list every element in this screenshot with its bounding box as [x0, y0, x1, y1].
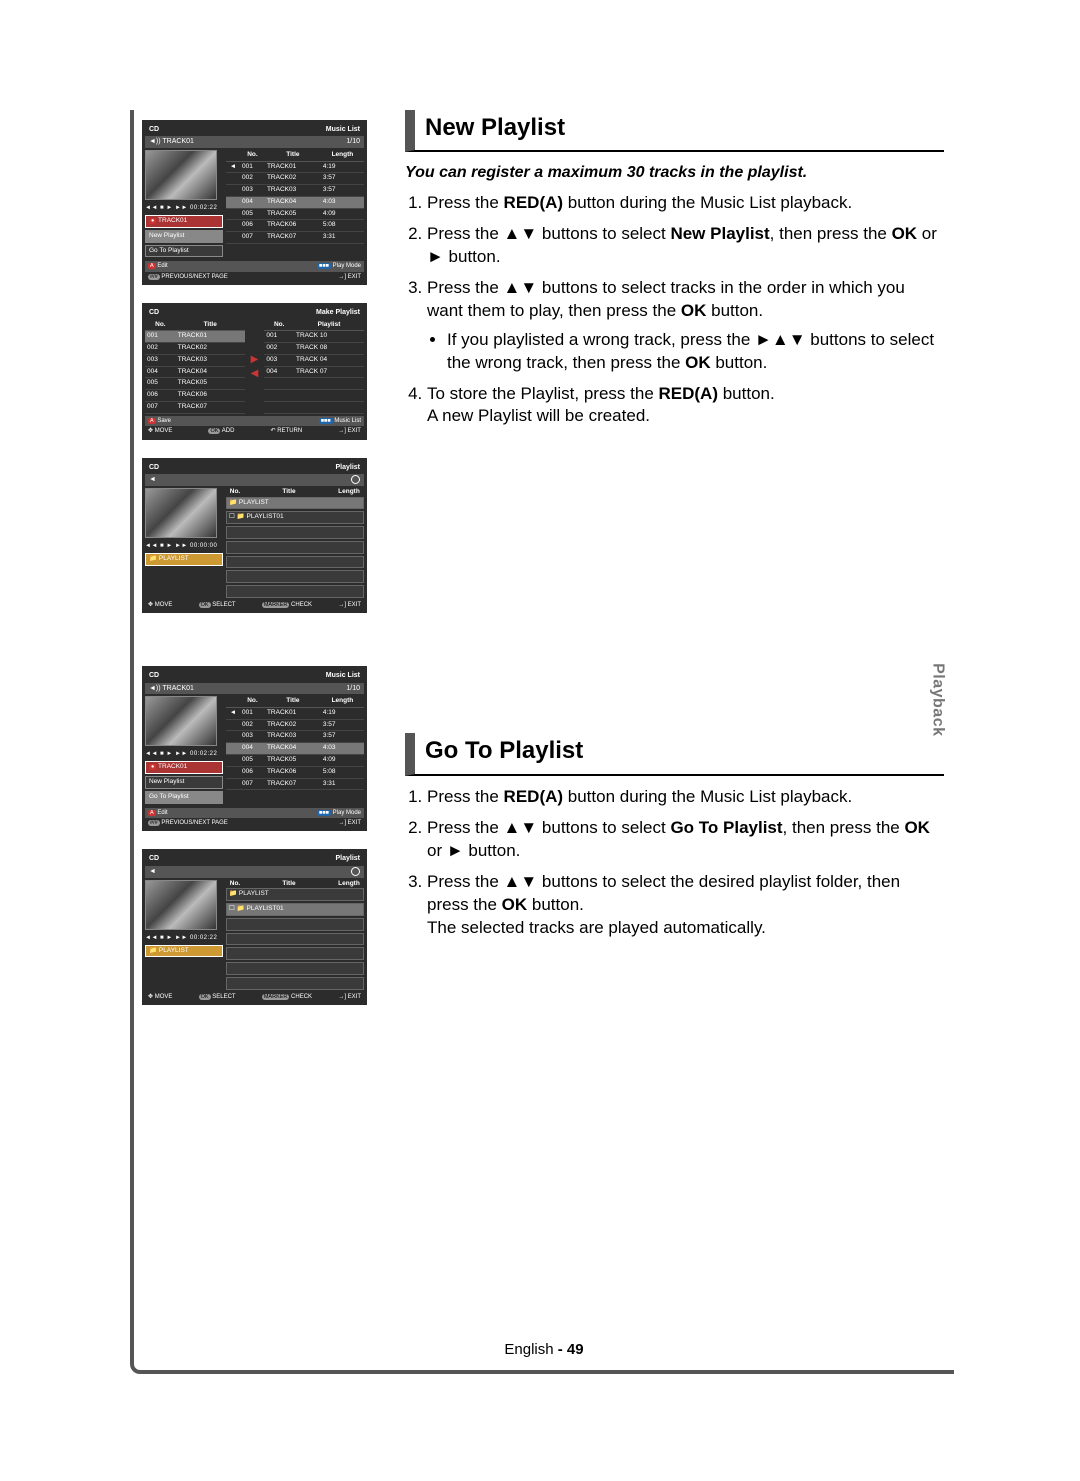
- table-header: No.TitleLength: [226, 150, 364, 161]
- transport-controls[interactable]: ◄◄ ■ ► ►► 00:02:22: [145, 749, 223, 761]
- blue-pill-icon: ■■■: [317, 263, 331, 269]
- track-table: No.TitleLength ◄001TRACK014:19 002TRACK0…: [226, 150, 364, 244]
- table-row[interactable]: 003TRACK 04: [264, 354, 364, 366]
- side-tab-label: Playback: [927, 663, 949, 736]
- footer-language: English: [504, 1341, 553, 1358]
- list-item[interactable]: ☐ 📁 PLAYLIST01: [226, 511, 364, 524]
- screenshot-column: CD Music List ◄)) TRACK01 1/10 ◄◄ ■ ► ►►…: [134, 110, 375, 1370]
- disc-icon: [351, 475, 360, 484]
- disc-icon: [351, 867, 360, 876]
- step: Press the RED(A) button during the Music…: [427, 192, 944, 215]
- table-row[interactable]: 001TRACK01: [145, 331, 245, 343]
- cd-label: CD: [149, 125, 159, 134]
- screenshot-music-list-gotoplaylist: CD Music List ◄)) TRACK01 1/10 ◄◄ ■ ► ►►…: [142, 666, 367, 831]
- table-row[interactable]: 002TRACK02: [145, 343, 245, 355]
- page-frame: Playback CD Music List ◄)) TRACK01 1/10 …: [130, 110, 954, 1374]
- exit-button[interactable]: →] EXIT: [338, 273, 361, 281]
- new-playlist-option[interactable]: New Playlist: [145, 776, 223, 789]
- table-row[interactable]: 007TRACK073:31: [226, 232, 364, 244]
- list-item[interactable]: 📁 PLAYLIST: [226, 497, 364, 510]
- table-row[interactable]: 004TRACK044:03: [226, 196, 364, 208]
- section-heading-goto-playlist: Go To Playlist: [405, 733, 944, 775]
- new-playlist-option[interactable]: New Playlist: [145, 230, 223, 243]
- album-art-icon: [145, 150, 217, 200]
- step: Press the RED(A) button during the Music…: [427, 786, 944, 809]
- table-row[interactable]: 007TRACK07: [145, 401, 245, 413]
- sub-step: If you playlisted a wrong track, press t…: [447, 329, 944, 375]
- transport-controls[interactable]: ◄◄ ■ ► ►► 00:02:22: [145, 203, 223, 215]
- playlist-limit-note: You can register a maximum 30 tracks in …: [405, 162, 944, 184]
- table-row[interactable]: 005TRACK054:09: [226, 754, 364, 766]
- table-row[interactable]: 005TRACK05: [145, 378, 245, 390]
- current-track-button: ● TRACK01: [145, 215, 223, 228]
- table-row[interactable]: 005TRACK054:09: [226, 208, 364, 220]
- play-icon: ◄: [226, 161, 240, 173]
- table-row[interactable]: 007TRACK073:31: [226, 778, 364, 790]
- playlist-folder-button[interactable]: 📁 PLAYLIST: [145, 553, 223, 566]
- album-art-icon: [145, 696, 217, 746]
- current-track-button: ● TRACK01: [145, 761, 223, 774]
- table-row[interactable]: 002TRACK023:57: [226, 719, 364, 731]
- now-playing: ◄)) TRACK01: [149, 137, 194, 146]
- goto-playlist-steps: Press the RED(A) button during the Music…: [405, 786, 944, 940]
- list-item[interactable]: 📁 PLAYLIST: [226, 888, 364, 901]
- screenshot-playlist-2: CD Playlist ◄ ◄◄ ■ ► ►► 00:02:22 📁 PLAYL…: [142, 849, 367, 1005]
- playlist-table: No.Playlist 001TRACK 10 002TRACK 08 003T…: [264, 320, 364, 414]
- track-index: 1/10: [346, 137, 360, 146]
- table-row[interactable]: 002TRACK023:57: [226, 173, 364, 185]
- screen-title: Music List: [326, 125, 360, 134]
- table-row[interactable]: 001TRACK 10: [264, 331, 364, 343]
- transport-controls[interactable]: ◄◄ ■ ► ►► 00:02:22: [145, 933, 223, 945]
- new-playlist-steps: Press the RED(A) button during the Music…: [405, 192, 944, 428]
- table-row[interactable]: 003TRACK033:57: [226, 731, 364, 743]
- screenshot-music-list-newplaylist: CD Music List ◄)) TRACK01 1/10 ◄◄ ■ ► ►►…: [142, 120, 367, 285]
- step: Press the ▲▼ buttons to select tracks in…: [427, 277, 944, 375]
- transfer-arrows-icon[interactable]: ▶◀: [251, 320, 259, 414]
- source-track-table: No.Title 001TRACK01 002TRACK02 003TRACK0…: [145, 320, 245, 414]
- table-row[interactable]: 004TRACK 07: [264, 366, 364, 378]
- screenshot-make-playlist: CD Make Playlist No.Title 001TRACK01 002…: [142, 303, 367, 439]
- table-row[interactable]: 002TRACK 08: [264, 343, 364, 355]
- instruction-column: New Playlist You can register a maximum …: [375, 110, 954, 1370]
- table-row[interactable]: 003TRACK033:57: [226, 185, 364, 197]
- track-table: No.TitleLength ◄001TRACK014:19 002TRACK0…: [226, 696, 364, 790]
- list-item[interactable]: ☐ 📁 PLAYLIST01: [226, 903, 364, 916]
- footer-page-number: 49: [567, 1341, 584, 1358]
- album-art-icon: [145, 488, 217, 538]
- goto-playlist-option[interactable]: Go To Playlist: [145, 791, 223, 804]
- step: Press the ▲▼ buttons to select the desir…: [427, 871, 944, 940]
- table-row[interactable]: 006TRACK06: [145, 390, 245, 402]
- exit-button[interactable]: →] EXIT: [338, 819, 361, 827]
- goto-playlist-option[interactable]: Go To Playlist: [145, 245, 223, 258]
- step: Press the ▲▼ buttons to select Go To Pla…: [427, 817, 944, 863]
- exit-button[interactable]: →] EXIT: [338, 601, 361, 609]
- table-row[interactable]: 006TRACK065:08: [226, 220, 364, 232]
- red-a-icon: A: [148, 263, 156, 269]
- table-row[interactable]: 003TRACK03: [145, 354, 245, 366]
- section-heading-new-playlist: New Playlist: [405, 110, 944, 152]
- transport-controls[interactable]: ◄◄ ■ ► ►► 00:00:00: [145, 541, 223, 553]
- page-footer: English - 49: [134, 1340, 954, 1360]
- exit-button[interactable]: →] EXIT: [338, 993, 361, 1001]
- table-row[interactable]: ◄001TRACK014:19: [226, 161, 364, 173]
- step: To store the Playlist, press the RED(A) …: [427, 383, 944, 429]
- step: Press the ▲▼ buttons to select New Playl…: [427, 223, 944, 269]
- table-row[interactable]: 004TRACK044:03: [226, 743, 364, 755]
- exit-button[interactable]: →] EXIT: [338, 427, 361, 435]
- table-row[interactable]: 004TRACK04: [145, 366, 245, 378]
- album-art-icon: [145, 880, 217, 930]
- playlist-folder-button[interactable]: 📁 PLAYLIST: [145, 945, 223, 958]
- side-tab: Playback: [918, 645, 958, 755]
- table-row[interactable]: 006TRACK065:08: [226, 766, 364, 778]
- screenshot-playlist: CD Playlist ◄ ◄◄ ■ ► ►► 00:00:00 📁 PLAYL…: [142, 458, 367, 614]
- table-row[interactable]: ◄001TRACK014:19: [226, 707, 364, 719]
